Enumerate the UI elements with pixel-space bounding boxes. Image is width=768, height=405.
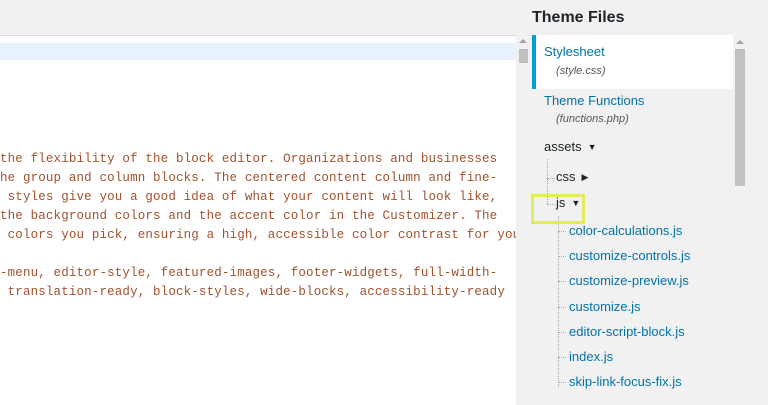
caret-down-icon: ▼ [587,142,597,152]
folder-assets[interactable]: assets ▼ [544,139,597,154]
file-path: (functions.php) [556,113,629,125]
file-name: Stylesheet [544,44,605,59]
tree-line [558,357,566,358]
file-name: Theme Functions [544,93,645,108]
scroll-up-arrow-icon[interactable] [519,39,527,43]
folder-label: css [556,169,576,184]
file-item-customize[interactable]: customize.js [569,299,641,314]
code-editor[interactable]: the flexibility of the block editor. Org… [0,35,516,405]
tree-line [558,307,566,308]
theme-files-scrollbar-thumb[interactable] [735,49,745,186]
js-folder-highlight-box [531,194,585,224]
file-item-skip-link-focus-fix[interactable]: skip-link-focus-fix.js [569,374,682,389]
code-line: translation-ready, block-styles, wide-bl… [0,285,505,299]
code-line: the flexibility of the block editor. Org… [0,152,498,166]
active-line-highlight [0,43,516,60]
file-item-customize-preview[interactable]: customize-preview.js [569,273,689,288]
theme-files-heading: Theme Files [532,9,625,26]
tree-line [558,382,566,383]
theme-files-scrollbar[interactable] [733,35,747,404]
tree-line [558,281,566,282]
caret-right-icon: ▶ [581,172,589,182]
code-line: -menu, editor-style, featured-images, fo… [0,266,498,280]
file-item-theme-functions[interactable]: Theme Functions (functions.php) [532,91,733,131]
file-path: (style.css) [556,65,606,77]
code-line: styles give you a good idea of what your… [0,190,498,204]
file-item-editor-script-block[interactable]: editor-script-block.js [569,324,685,339]
code-line: colors you pick, ensuring a high, access… [0,228,516,242]
tree-line [558,216,559,387]
code-line: the background colors and the accent col… [0,209,498,223]
editor-scrollbar-thumb[interactable] [519,49,528,63]
code-line: he group and column blocks. The centered… [0,171,498,185]
file-item-customize-controls[interactable]: customize-controls.js [569,248,690,263]
tree-line [558,231,566,232]
folder-label: assets [544,139,582,154]
tree-line [558,332,566,333]
editor-scrollbar[interactable] [516,35,531,404]
folder-css[interactable]: css ▶ [556,169,588,184]
tree-line [558,256,566,257]
tree-line [547,178,555,179]
file-item-stylesheet[interactable]: Stylesheet (style.css) [532,35,733,89]
file-item-color-calculations[interactable]: color-calculations.js [569,223,682,238]
scroll-up-arrow-icon[interactable] [736,40,744,44]
file-item-index[interactable]: index.js [569,349,613,364]
